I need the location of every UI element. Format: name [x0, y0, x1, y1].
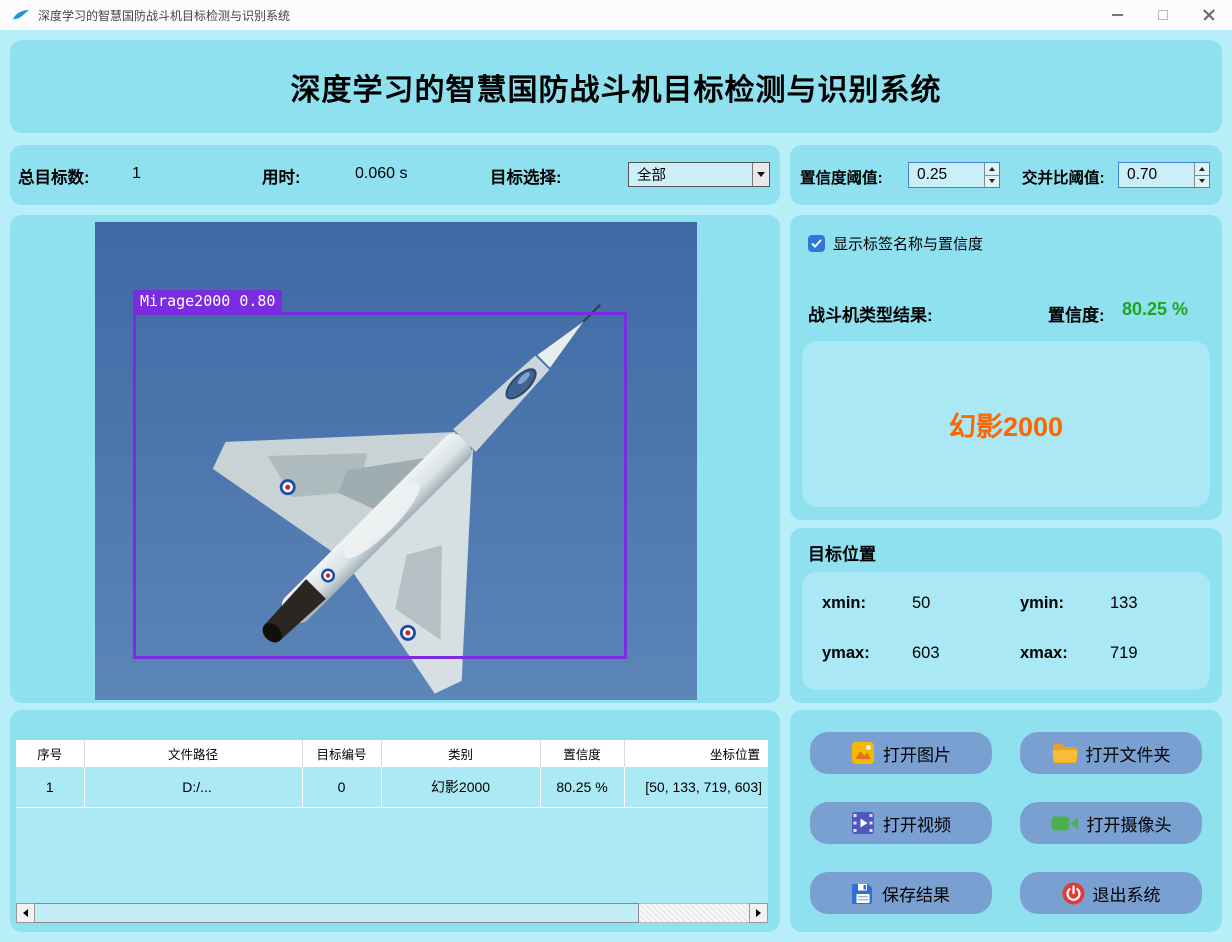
spin-up-button[interactable] [1195, 163, 1209, 175]
camera-icon [1051, 814, 1079, 833]
window-title: 深度学习的智慧国防战斗机目标检测与识别系统 [38, 8, 291, 23]
ymin-label: ymin: [1020, 594, 1065, 612]
actions-panel: 打开图片 打开文件夹 打开视频 打开摄像头 保存结果 退出系统 [790, 710, 1222, 932]
target-position-box: xmin: 50 ymin: 133 ymax: 603 xmax: 719 [802, 572, 1210, 690]
header-target-id: 目标编号 [302, 740, 382, 767]
cell-index: 1 [16, 767, 85, 808]
header-class: 类别 [381, 740, 541, 767]
xmin-label: xmin: [822, 594, 867, 612]
close-icon [1202, 8, 1216, 22]
bounding-box-label: Mirage2000 0.80 [133, 290, 283, 313]
open-folder-button[interactable]: 打开文件夹 [1020, 732, 1202, 774]
target-select-label: 目标选择: [490, 169, 562, 187]
detection-image: Mirage2000 0.80 [95, 222, 697, 700]
open-video-button[interactable]: 打开视频 [810, 802, 992, 844]
ymax-value: 603 [912, 644, 940, 662]
header-coordinates: 坐标位置 [624, 740, 768, 767]
iou-threshold-input[interactable]: 0.70 [1118, 162, 1210, 188]
target-position-panel: 目标位置 xmin: 50 ymin: 133 ymax: 603 xmax: … [790, 528, 1222, 703]
scroll-right-button[interactable] [749, 903, 768, 923]
results-table-panel: 序号 文件路径 目标编号 类别 置信度 坐标位置 1 D:/... 0 幻影20… [10, 710, 780, 932]
confidence-threshold-label: 置信度阈值: [800, 170, 883, 187]
minimize-button[interactable] [1094, 0, 1140, 30]
close-button[interactable] [1186, 0, 1232, 30]
open-image-button[interactable]: 打开图片 [810, 732, 992, 774]
cell-coordinates: [50, 133, 719, 603] [624, 767, 768, 808]
show-labels-checkbox-row[interactable]: 显示标签名称与置信度 [808, 233, 983, 254]
elapsed-time-label: 用时: [262, 169, 301, 187]
elapsed-time-value: 0.060 s [355, 165, 408, 182]
horizontal-scrollbar[interactable] [16, 903, 768, 923]
spin-down-button[interactable] [985, 174, 999, 187]
spin-down-button[interactable] [1195, 174, 1209, 187]
confidence-threshold-input[interactable]: 0.25 [908, 162, 1000, 188]
save-icon [852, 882, 874, 904]
open-camera-button[interactable]: 打开摄像头 [1020, 802, 1202, 844]
fighter-type-result-label: 战斗机类型结果: [808, 306, 933, 325]
xmax-value: 719 [1110, 644, 1138, 662]
minimize-icon [1111, 14, 1123, 16]
threshold-panel: 置信度阈值: 0.25 交并比阈值: 0.70 [790, 145, 1222, 205]
table-row[interactable]: 1 D:/... 0 幻影2000 80.25 % [50, 133, 719,… [16, 767, 768, 808]
total-targets-label: 总目标数: [18, 169, 90, 187]
confidence-label: 置信度: [1048, 306, 1105, 325]
iou-threshold-value[interactable]: 0.70 [1119, 163, 1194, 187]
target-position-title: 目标位置 [808, 545, 876, 564]
maximize-icon [1158, 10, 1168, 20]
ymin-value: 133 [1110, 594, 1138, 612]
show-labels-checkbox-label: 显示标签名称与置信度 [833, 236, 984, 253]
arrow-right-icon [756, 909, 761, 917]
image-icon [851, 741, 875, 765]
banner: 深度学习的智慧国防战斗机目标检测与识别系统 [10, 40, 1222, 133]
cell-target-id: 0 [302, 767, 382, 808]
target-select-value: 全部 [637, 168, 666, 184]
chevron-down-icon[interactable] [752, 163, 769, 186]
cell-class: 幻影2000 [381, 767, 541, 808]
xmax-label: xmax: [1020, 644, 1068, 662]
header-confidence: 置信度 [540, 740, 625, 767]
folder-icon [1052, 743, 1078, 764]
stats-panel: 总目标数: 1 用时: 0.060 s 目标选择: 全部 [10, 145, 780, 205]
ymax-label: ymax: [822, 644, 870, 662]
cell-confidence: 80.25 % [540, 767, 625, 808]
scroll-left-button[interactable] [16, 903, 35, 923]
cell-file-path: D:/... [84, 767, 303, 808]
arrow-left-icon [23, 909, 28, 917]
header-file-path: 文件路径 [84, 740, 303, 767]
main-content: 深度学习的智慧国防战斗机目标检测与识别系统 总目标数: 1 用时: 0.060 … [0, 30, 1232, 942]
result-class-name: 幻影2000 [948, 411, 1064, 442]
spin-up-button[interactable] [985, 163, 999, 175]
target-select-dropdown[interactable]: 全部 [628, 162, 770, 187]
video-icon [851, 811, 875, 835]
save-results-button[interactable]: 保存结果 [810, 872, 992, 914]
exit-system-button[interactable]: 退出系统 [1020, 872, 1202, 914]
app-window: 深度学习的智慧国防战斗机目标检测与识别系统 深度学习的智慧国防战斗机目标检测与识… [0, 0, 1232, 942]
result-box: 幻影2000 [802, 341, 1210, 507]
maximize-button[interactable] [1140, 0, 1186, 30]
confidence-value: 80.25 % [1122, 299, 1189, 319]
header-index: 序号 [16, 740, 85, 767]
image-panel: Mirage2000 0.80 [10, 215, 780, 703]
result-panel: 显示标签名称与置信度 战斗机类型结果: 置信度: 80.25 % 幻影2000 [790, 215, 1222, 520]
power-icon [1062, 882, 1085, 905]
total-targets-value: 1 [132, 165, 141, 182]
results-table: 序号 文件路径 目标编号 类别 置信度 坐标位置 1 D:/... 0 幻影20… [16, 740, 768, 808]
checkbox-checked-icon[interactable] [808, 235, 825, 252]
iou-threshold-label: 交并比阈值: [1022, 170, 1105, 187]
table-header-row: 序号 文件路径 目标编号 类别 置信度 坐标位置 [16, 740, 768, 767]
scrollbar-thumb[interactable] [35, 903, 639, 923]
app-logo-icon [12, 9, 30, 21]
titlebar: 深度学习的智慧国防战斗机目标检测与识别系统 [0, 0, 1232, 30]
confidence-threshold-value[interactable]: 0.25 [909, 163, 984, 187]
detection-bounding-box: Mirage2000 0.80 [133, 290, 627, 659]
page-title: 深度学习的智慧国防战斗机目标检测与识别系统 [290, 73, 942, 107]
scrollbar-track[interactable] [639, 903, 749, 923]
xmin-value: 50 [912, 594, 931, 612]
